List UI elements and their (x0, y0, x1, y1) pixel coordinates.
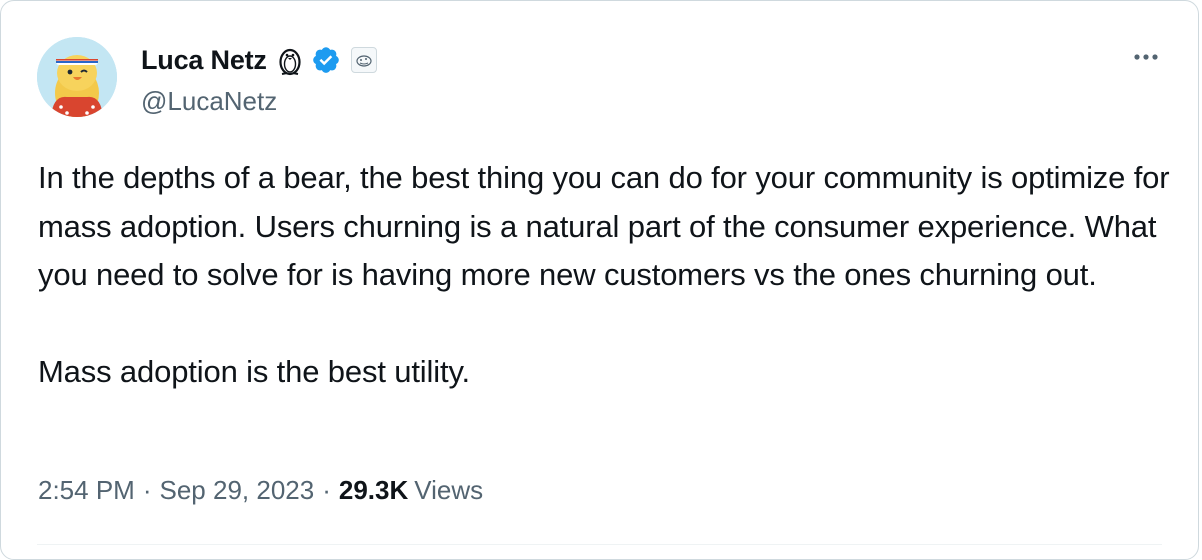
author-names: Luca Netz @LucaNetz (141, 42, 377, 117)
avatar[interactable] (37, 37, 117, 117)
tweet-header: Luca Netz @LucaNetz (37, 37, 377, 121)
tweet-paragraph: Mass adoption is the best utility. (38, 354, 470, 389)
more-options-button[interactable] (1130, 45, 1162, 69)
verified-badge-icon[interactable] (311, 45, 341, 75)
name-row: Luca Netz (141, 42, 377, 78)
tweet-card: Luca Netz @LucaNetz In the depths of a b… (0, 0, 1199, 560)
penguin-emoji-icon (273, 43, 307, 77)
more-options-icon (1134, 54, 1158, 60)
views-label: Views (414, 475, 484, 505)
tweet-date[interactable]: Sep 29, 2023 (160, 475, 315, 506)
tweet-paragraph: In the depths of a bear, the best thing … (38, 160, 1170, 292)
views-count: 29.3K (338, 475, 409, 505)
tweet-time[interactable]: 2:54 PM (38, 475, 135, 506)
display-name[interactable]: Luca Netz (141, 45, 267, 76)
meta-separator: · (322, 475, 331, 505)
meta-separator: · (142, 475, 152, 505)
affiliate-badge-icon[interactable] (350, 47, 377, 73)
author-handle[interactable]: @LucaNetz (141, 86, 377, 117)
tweet-meta: 2:54 PM · Sep 29, 2023 · 29.3K Views (38, 475, 483, 506)
tweet-text: In the depths of a bear, the best thing … (38, 154, 1178, 397)
penguin-avatar-icon (37, 37, 117, 117)
divider (37, 544, 1162, 545)
